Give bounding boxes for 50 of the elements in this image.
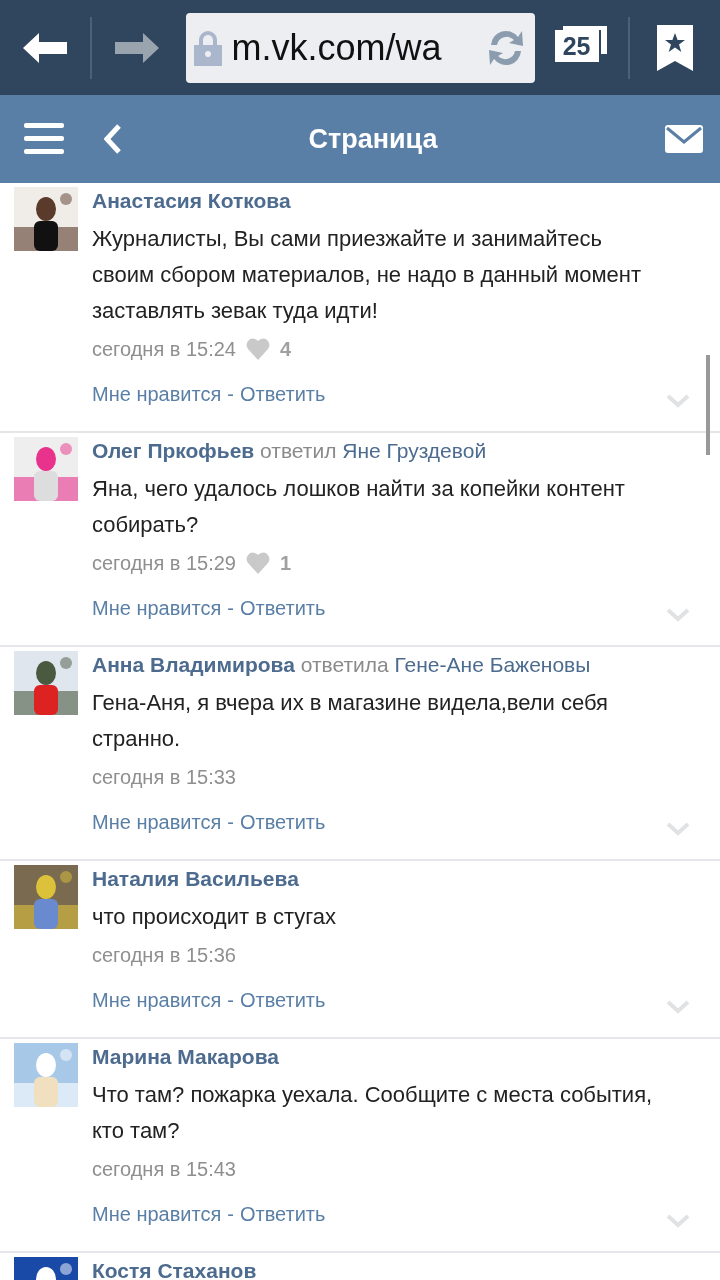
tabs-button[interactable]: 25 bbox=[534, 0, 629, 95]
like-link[interactable]: Мне нравится bbox=[92, 988, 222, 1012]
like-count: 1 bbox=[280, 551, 292, 575]
comment-text: Яна, чего удалось лошков найти за копейки контент собирать? bbox=[92, 475, 626, 539]
chevron-left-icon bbox=[104, 124, 122, 154]
comment-text: Гена-Аня, я вчера их в магазине видела,вели себя странно. bbox=[92, 689, 610, 753]
author-link[interactable]: Олег Пркофьев bbox=[92, 439, 255, 462]
heart-icon bbox=[246, 552, 270, 574]
author-link[interactable]: Анна Владимирова bbox=[92, 653, 295, 676]
comment-time: сегодня в 15:43 bbox=[92, 1157, 236, 1181]
lock-icon bbox=[193, 29, 222, 66]
reply-to-link[interactable]: Яне Груздевой bbox=[342, 439, 487, 462]
url-text: m.vk.com/wa bbox=[231, 26, 443, 69]
menu-icon bbox=[24, 123, 64, 155]
separator-dash: - bbox=[227, 382, 234, 406]
like-link[interactable]: Мне нравится bbox=[92, 810, 222, 834]
heart-icon bbox=[246, 338, 270, 360]
separator-dash: - bbox=[227, 1202, 234, 1226]
comment-text: Журналисты, Вы сами приезжайте и занимайтесь своим сбором материалов, не надо в данный момент заставлять зевак туда идти! bbox=[92, 225, 643, 325]
reply-to-link[interactable]: Гене-Ане Баженовы bbox=[394, 653, 591, 676]
like-link[interactable]: Мне нравится bbox=[92, 596, 222, 620]
reply-link[interactable]: Ответить bbox=[239, 596, 326, 620]
comment-text: что происходит в стугах bbox=[92, 903, 338, 931]
reply-link[interactable]: Ответить bbox=[239, 810, 326, 834]
comment-time: сегодня в 15:24 bbox=[92, 337, 236, 361]
comment-time: сегодня в 15:29 bbox=[92, 551, 236, 575]
bookmark-star-icon bbox=[657, 24, 694, 71]
author-link[interactable]: Наталия Васильева bbox=[92, 867, 299, 890]
reply-link[interactable]: Ответить bbox=[239, 988, 326, 1012]
like-link[interactable]: Мне нравится bbox=[92, 1202, 222, 1226]
comment-time: сегодня в 15:36 bbox=[92, 943, 236, 967]
comment-time: сегодня в 15:33 bbox=[92, 765, 236, 789]
reply-verb: ответил bbox=[260, 439, 337, 462]
forward-arrow-icon bbox=[114, 32, 159, 63]
like-link[interactable]: Мне нравится bbox=[92, 382, 222, 406]
separator-dash: - bbox=[227, 810, 234, 834]
reply-verb: ответила bbox=[300, 653, 389, 676]
page-title: Страница bbox=[307, 123, 439, 155]
envelope-icon bbox=[665, 125, 703, 153]
back-arrow-icon bbox=[22, 32, 67, 63]
author-link[interactable]: Анастасия Коткова bbox=[92, 189, 291, 212]
author-link[interactable]: Костя Стаханов bbox=[92, 1259, 257, 1280]
separator-dash: - bbox=[227, 596, 234, 620]
author-link[interactable]: Марина Макарова bbox=[92, 1045, 279, 1068]
reply-link[interactable]: Ответить bbox=[239, 1202, 326, 1226]
separator-dash: - bbox=[227, 988, 234, 1012]
reply-link[interactable]: Ответить bbox=[239, 382, 326, 406]
like-count: 4 bbox=[280, 337, 292, 361]
comment-text: Что там? пожарка уехала. Сообщите с места события, кто там? bbox=[92, 1081, 654, 1145]
address-field[interactable]: m.vk.com/wa bbox=[185, 12, 535, 83]
